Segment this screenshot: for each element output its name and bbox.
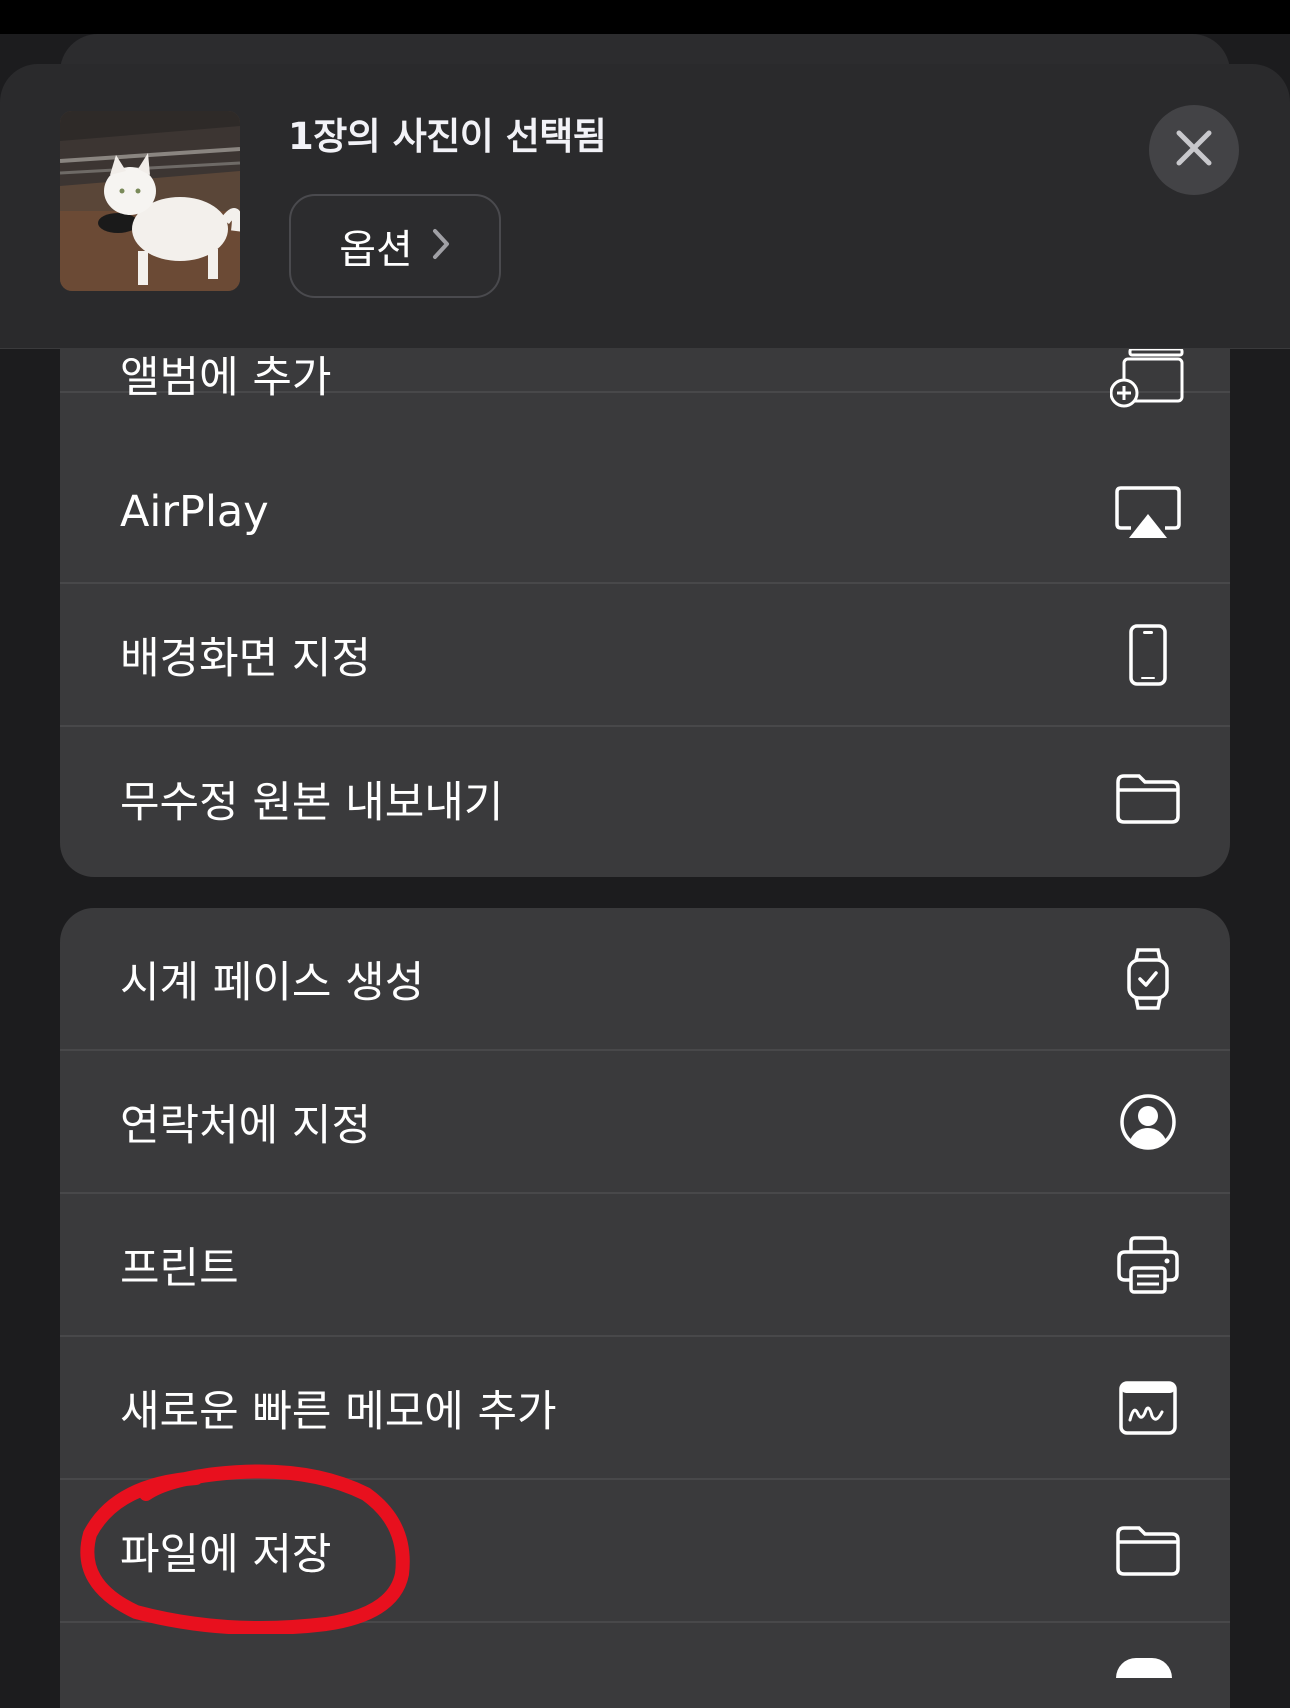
action-set-wallpaper[interactable]: 배경화면 지정 xyxy=(60,584,1230,727)
action-label: 배경화면 지정 xyxy=(120,633,372,684)
close-icon xyxy=(1175,129,1213,171)
share-sheet-header: 1장의 사진이 선택됨 옵션 xyxy=(0,64,1290,349)
chevron-right-icon xyxy=(431,227,451,265)
airplay-icon xyxy=(1110,474,1186,550)
action-label: 파일에 저장 xyxy=(120,1529,332,1580)
action-add-to-quick-note[interactable]: 새로운 빠른 메모에 추가 xyxy=(60,1337,1230,1480)
watch-icon xyxy=(1110,941,1186,1017)
folder-icon xyxy=(1110,761,1186,837)
options-button[interactable]: 옵션 xyxy=(289,194,501,298)
action-save-to-files[interactable]: 파일에 저장 xyxy=(60,1480,1230,1623)
next-item-icon xyxy=(1116,1658,1172,1678)
action-create-watch-face[interactable]: 시계 페이스 생성 xyxy=(60,908,1230,1051)
action-label: AirPlay xyxy=(120,486,269,537)
add-to-album-icon xyxy=(1110,339,1186,415)
action-label: 앨범에 추가 xyxy=(120,353,332,403)
options-label: 옵션 xyxy=(339,227,413,273)
person-circle-icon xyxy=(1110,1084,1186,1160)
action-print[interactable]: 프린트 xyxy=(60,1194,1230,1337)
action-label: 시계 페이스 생성 xyxy=(120,957,425,1008)
action-group-2: 시계 페이스 생성 연락처에 지정 프린트 새로운 빠른 메모에 추가 파일에 … xyxy=(60,908,1230,1708)
close-button[interactable] xyxy=(1149,105,1239,195)
action-airplay[interactable]: AirPlay xyxy=(60,441,1230,584)
selection-title: 1장의 사진이 선택됨 xyxy=(288,115,607,158)
photo-thumbnail xyxy=(60,111,240,291)
printer-icon xyxy=(1110,1227,1186,1303)
status-area xyxy=(0,0,1290,34)
iphone-icon xyxy=(1110,617,1186,693)
quick-note-icon xyxy=(1110,1370,1186,1446)
action-label: 프린트 xyxy=(120,1243,239,1294)
action-label: 연락처에 지정 xyxy=(120,1100,372,1151)
action-label: 무수정 원본 내보내기 xyxy=(120,777,504,828)
folder-icon xyxy=(1110,1513,1186,1589)
action-label: 새로운 빠른 메모에 추가 xyxy=(120,1386,557,1437)
action-assign-to-contact[interactable]: 연락처에 지정 xyxy=(60,1051,1230,1194)
action-export-unmodified-original[interactable]: 무수정 원본 내보내기 xyxy=(60,727,1230,870)
